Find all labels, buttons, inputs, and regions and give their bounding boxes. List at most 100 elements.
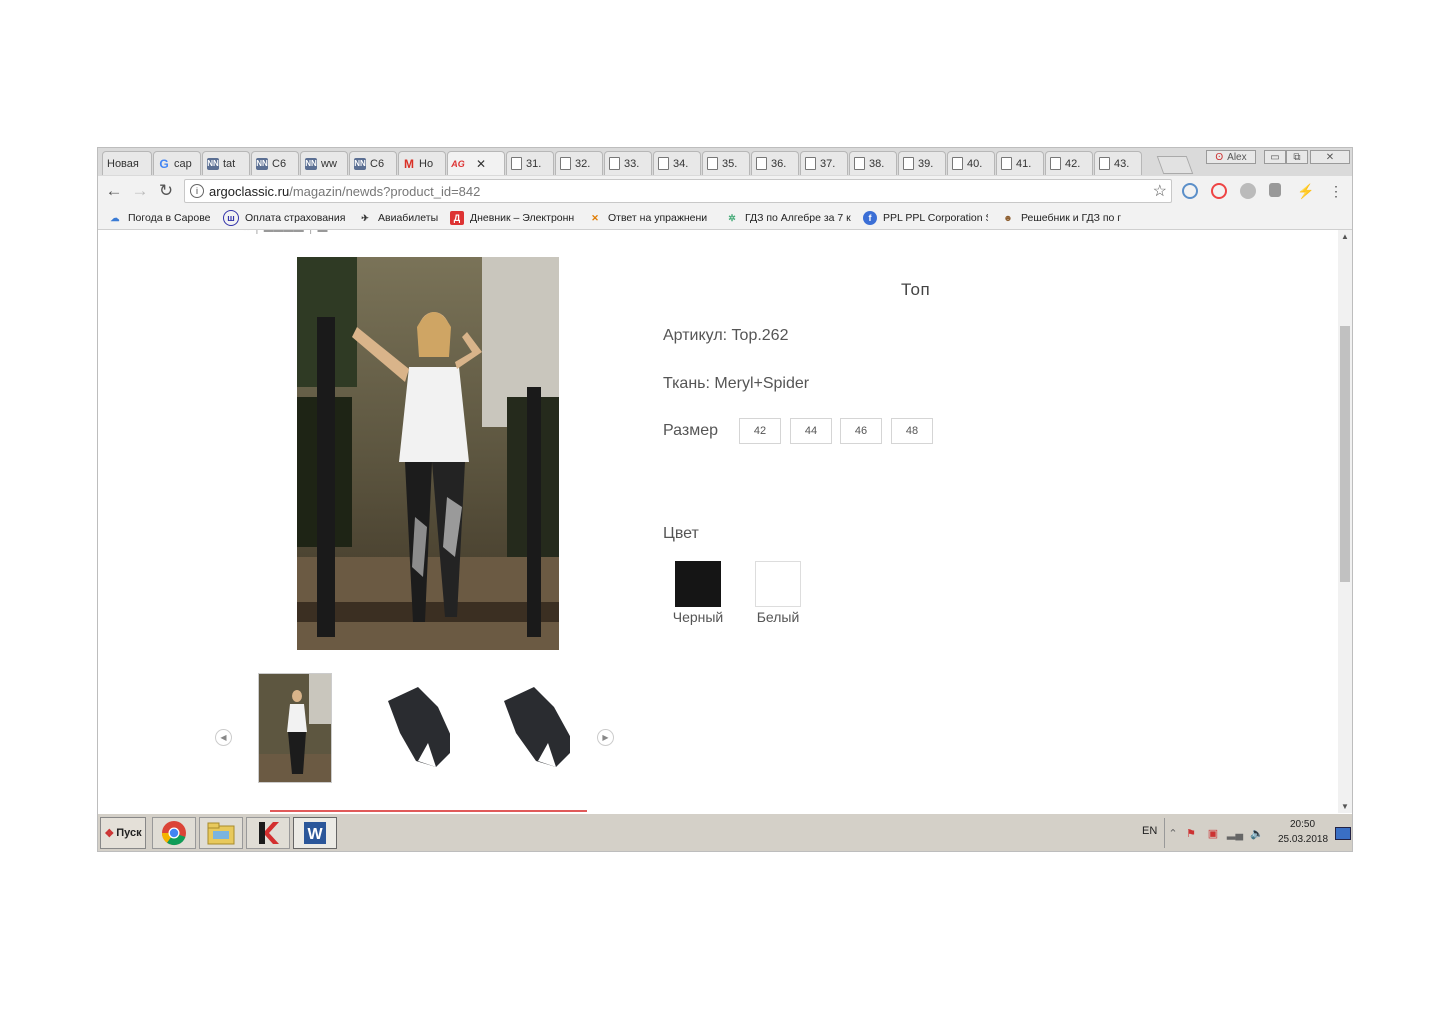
document-icon — [560, 157, 571, 170]
tray-volume-icon[interactable]: 🔈 — [1250, 826, 1264, 840]
tab-doc-34[interactable]: 34. — [653, 151, 701, 175]
tab-doc-40[interactable]: 40. — [947, 151, 995, 175]
document-icon — [756, 157, 767, 170]
url-text: argoclassic.ru/magazin/newds?product_id=… — [209, 184, 480, 199]
taskbar-kaspersky[interactable] — [246, 817, 290, 849]
profile-button[interactable]: ʘ Alex — [1206, 150, 1256, 164]
tab-doc-37[interactable]: 37. — [800, 151, 848, 175]
tab-label: 42. — [1065, 157, 1081, 170]
nn-icon: NN — [354, 157, 366, 170]
tab-doc-41[interactable]: 41. — [996, 151, 1044, 175]
extension-shield-icon[interactable] — [1269, 183, 1281, 197]
reshebnik-icon: ☻ — [1003, 213, 1013, 223]
tab-nn-4[interactable]: NN C6 — [349, 151, 397, 175]
tab-label: сар — [174, 157, 192, 170]
tab-doc-43[interactable]: 43. — [1094, 151, 1142, 175]
back-arrow-icon: ← — [105, 181, 123, 200]
carousel-next-button[interactable]: ▶ — [597, 729, 614, 746]
taskbar-word[interactable]: W — [293, 817, 337, 849]
tab-google[interactable]: G сар — [153, 151, 201, 175]
color-swatch-black[interactable] — [675, 561, 721, 607]
tab-doc-31[interactable]: 31. — [506, 151, 554, 175]
tray-signal-icon[interactable]: ▂▄ — [1227, 826, 1243, 840]
clock-time[interactable]: 20:50 — [1290, 819, 1315, 830]
size-option-48[interactable]: 48 — [891, 418, 933, 444]
back-button[interactable]: ← — [104, 181, 124, 201]
weather-icon: ☁ — [110, 212, 120, 223]
tab-new[interactable]: Новая — [102, 151, 152, 175]
color-swatch-white[interactable] — [755, 561, 801, 607]
scroll-up-icon[interactable]: ▲ — [1338, 232, 1352, 241]
scrollbar-thumb[interactable] — [1340, 326, 1350, 582]
tab-argo-active[interactable]: AG ✕ — [447, 151, 505, 175]
diary-icon: Д — [450, 211, 464, 225]
tab-nn-3[interactable]: NN ww — [300, 151, 348, 175]
product-fabric: Ткань: Meryl+Spider — [663, 375, 810, 392]
minimize-icon: ▭ — [1270, 151, 1280, 163]
show-desktop-icon[interactable] — [1335, 827, 1351, 840]
taskbar-chrome[interactable] — [152, 817, 196, 849]
address-bar[interactable]: i argoclassic.ru/magazin/newds?product_i… — [184, 179, 1172, 203]
tab-doc-33[interactable]: 33. — [604, 151, 652, 175]
forward-button[interactable]: → — [130, 181, 150, 201]
bookmark-label: PPL PPL Corporation S — [883, 212, 988, 224]
thumbnail-top-2[interactable] — [496, 673, 570, 783]
bookmark-insurance[interactable]: ш Оплата страхования — [223, 210, 345, 226]
start-button[interactable]: ❖ Пуск — [100, 817, 146, 849]
tab-doc-42[interactable]: 42. — [1045, 151, 1093, 175]
tray-expand-icon[interactable]: ⌃ — [1166, 826, 1180, 840]
menu-icon[interactable]: ⋮ — [1328, 183, 1344, 199]
language-indicator[interactable]: EN — [1142, 825, 1157, 837]
reload-button[interactable]: ↻ — [156, 181, 176, 201]
bookmark-answers[interactable]: ✕ Ответ на упражнени — [588, 210, 712, 226]
extension-globe-icon[interactable] — [1240, 183, 1256, 199]
bookmark-flights[interactable]: ✈ Авиабилеты — [358, 210, 438, 226]
nn-icon: NN — [305, 157, 317, 170]
thumbnail-model[interactable] — [258, 673, 332, 783]
extension-target-icon[interactable] — [1211, 183, 1227, 199]
size-option-44[interactable]: 44 — [790, 418, 832, 444]
size-option-42[interactable]: 42 — [739, 418, 781, 444]
tray-network-icon[interactable]: ⚑ — [1184, 826, 1198, 840]
tab-doc-38[interactable]: 38. — [849, 151, 897, 175]
bookmark-star-icon[interactable]: ☆ — [1153, 181, 1167, 201]
scroll-down-icon[interactable]: ▼ — [1338, 802, 1352, 811]
main-product-photo[interactable] — [297, 257, 559, 650]
tab-nn-1[interactable]: NN tat — [202, 151, 250, 175]
close-window-button[interactable]: ✕ — [1310, 150, 1350, 164]
page-scrollbar[interactable]: ▲ ▼ — [1338, 230, 1352, 813]
new-tab-button[interactable] — [1156, 156, 1194, 174]
extension-bulb-icon[interactable]: ⚡ — [1297, 183, 1314, 199]
browser-window: Новая G сар NN tat NN C6 NN ww NN C6 M Н… — [97, 147, 1353, 852]
tray-security-icon[interactable]: ▣ — [1206, 826, 1220, 840]
document-icon — [805, 157, 816, 170]
size-option-46[interactable]: 46 — [840, 418, 882, 444]
bookmark-weather[interactable]: ☁ Погода в Сарове — [108, 210, 211, 226]
color-name-black: Черный — [672, 609, 724, 625]
document-icon — [511, 157, 522, 170]
url-path: /magazin/newds?product_id=842 — [289, 184, 481, 199]
tab-nn-2[interactable]: NN C6 — [251, 151, 299, 175]
gmail-icon: M — [404, 156, 414, 171]
tab-doc-35[interactable]: 35. — [702, 151, 750, 175]
close-tab-icon[interactable]: ✕ — [476, 157, 486, 171]
minimize-button[interactable]: ▭ — [1264, 150, 1286, 164]
tray-separator — [1164, 818, 1165, 848]
tab-doc-36[interactable]: 36. — [751, 151, 799, 175]
thumbnail-top-1[interactable] — [376, 673, 450, 783]
maximize-button[interactable]: ⧉ — [1286, 150, 1308, 164]
clock-date[interactable]: 25.03.2018 — [1278, 834, 1328, 845]
bookmark-diary[interactable]: Д Дневник – Электронн — [450, 210, 576, 226]
bookmark-reshebnik[interactable]: ☻ Решебник и ГДЗ по г — [1001, 210, 1126, 226]
taskbar-explorer[interactable] — [199, 817, 243, 849]
tab-gmail[interactable]: M Но — [398, 151, 446, 175]
tab-doc-32[interactable]: 32. — [555, 151, 603, 175]
carousel-prev-button[interactable]: ◀ — [215, 729, 232, 746]
info-icon[interactable]: i — [190, 184, 204, 198]
tab-doc-39[interactable]: 39. — [898, 151, 946, 175]
bookmark-gdz-algebra[interactable]: ✲ ГДЗ по Алгебре за 7 к — [725, 210, 853, 226]
extension-drive-icon[interactable] — [1182, 183, 1198, 199]
tab-label: 32. — [575, 157, 591, 170]
tab-label: 35. — [722, 157, 738, 170]
bookmark-ppl[interactable]: f PPL PPL Corporation S — [863, 210, 988, 226]
